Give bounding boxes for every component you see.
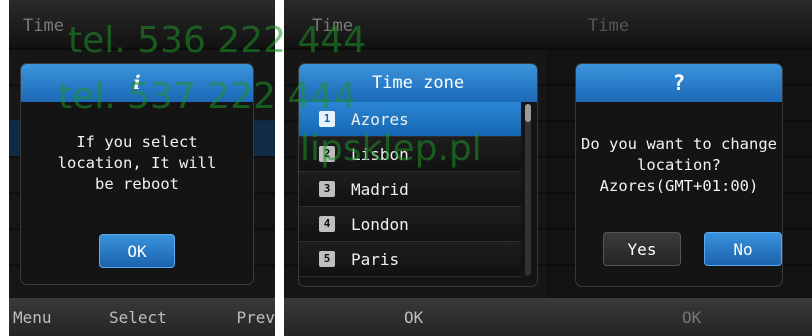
message-line: If you select bbox=[76, 133, 198, 151]
list-item[interactable]: 3 Madrid bbox=[299, 172, 521, 207]
message-line: Do you want to change bbox=[581, 135, 777, 153]
screen-title: Time bbox=[23, 16, 64, 36]
softkey-prev[interactable]: Prev bbox=[236, 308, 275, 327]
scrollbar[interactable] bbox=[525, 104, 531, 276]
softkey-ok[interactable]: OK bbox=[682, 308, 701, 327]
time-zone-dialog: Time zone 1 Azores 2 Lisbon 3 Madrid 4 Londo… bbox=[299, 64, 537, 286]
message-line: location? bbox=[637, 156, 721, 174]
screen-title: Time bbox=[588, 16, 629, 36]
list-item[interactable]: 5 Paris bbox=[299, 242, 521, 277]
number-badge: 1 bbox=[319, 111, 335, 127]
screen-title: Time bbox=[312, 16, 353, 36]
list-item-label: London bbox=[351, 215, 409, 234]
number-badge: 5 bbox=[319, 251, 335, 267]
title-bar: Time bbox=[284, 0, 550, 48]
number-badge: 2 bbox=[319, 146, 335, 162]
info-dialog: i If you select location, It will be reb… bbox=[21, 64, 253, 284]
time-zone-list: 1 Azores 2 Lisbon 3 Madrid 4 London 5 Paris bbox=[299, 102, 521, 277]
phone-screen-location-notice: Time i If you select location, It will b… bbox=[9, 0, 275, 336]
number-badge: 4 bbox=[319, 216, 335, 232]
info-icon: i bbox=[21, 64, 253, 102]
dialog-title: Time zone bbox=[299, 64, 537, 102]
title-bar: Time bbox=[546, 0, 812, 48]
list-item-label: Madrid bbox=[351, 180, 409, 199]
question-icon: ? bbox=[576, 64, 782, 102]
message-line: be reboot bbox=[95, 175, 179, 193]
softkey-select[interactable]: Select bbox=[109, 308, 167, 327]
ok-button[interactable]: OK bbox=[99, 234, 175, 268]
yes-button[interactable]: Yes bbox=[603, 232, 681, 266]
softkey-bar: Menu Select Prev bbox=[9, 298, 275, 336]
list-item[interactable]: 4 London bbox=[299, 207, 521, 242]
message-line: location, It will bbox=[57, 154, 217, 172]
softkey-bar: OK bbox=[546, 298, 812, 336]
phone-screen-confirm-location: Time ? Do you want to change location? A… bbox=[546, 0, 812, 336]
title-bar: Time bbox=[9, 0, 275, 48]
list-item-label: Lisbon bbox=[351, 145, 409, 164]
softkey-bar: OK bbox=[284, 298, 550, 336]
confirm-dialog: ? Do you want to change location? Azores… bbox=[576, 64, 782, 286]
list-item-label: Azores bbox=[351, 110, 409, 129]
scrollbar-thumb[interactable] bbox=[525, 104, 531, 122]
message-line: Azores(GMT+01:00) bbox=[599, 177, 759, 195]
number-badge: 3 bbox=[319, 181, 335, 197]
dialog-message: Do you want to change location? Azores(G… bbox=[576, 134, 782, 197]
no-button[interactable]: No bbox=[704, 232, 782, 266]
list-item[interactable]: 2 Lisbon bbox=[299, 137, 521, 172]
phone-screen-time-zone: Time Time zone 1 Azores 2 Lisbon 3 Madrid 4… bbox=[284, 0, 550, 336]
list-item-label: Paris bbox=[351, 250, 400, 269]
list-item[interactable]: 1 Azores bbox=[299, 102, 521, 137]
softkey-ok[interactable]: OK bbox=[404, 308, 423, 327]
dialog-message: If you select location, It will be reboo… bbox=[21, 132, 253, 195]
softkey-menu[interactable]: Menu bbox=[13, 308, 52, 327]
